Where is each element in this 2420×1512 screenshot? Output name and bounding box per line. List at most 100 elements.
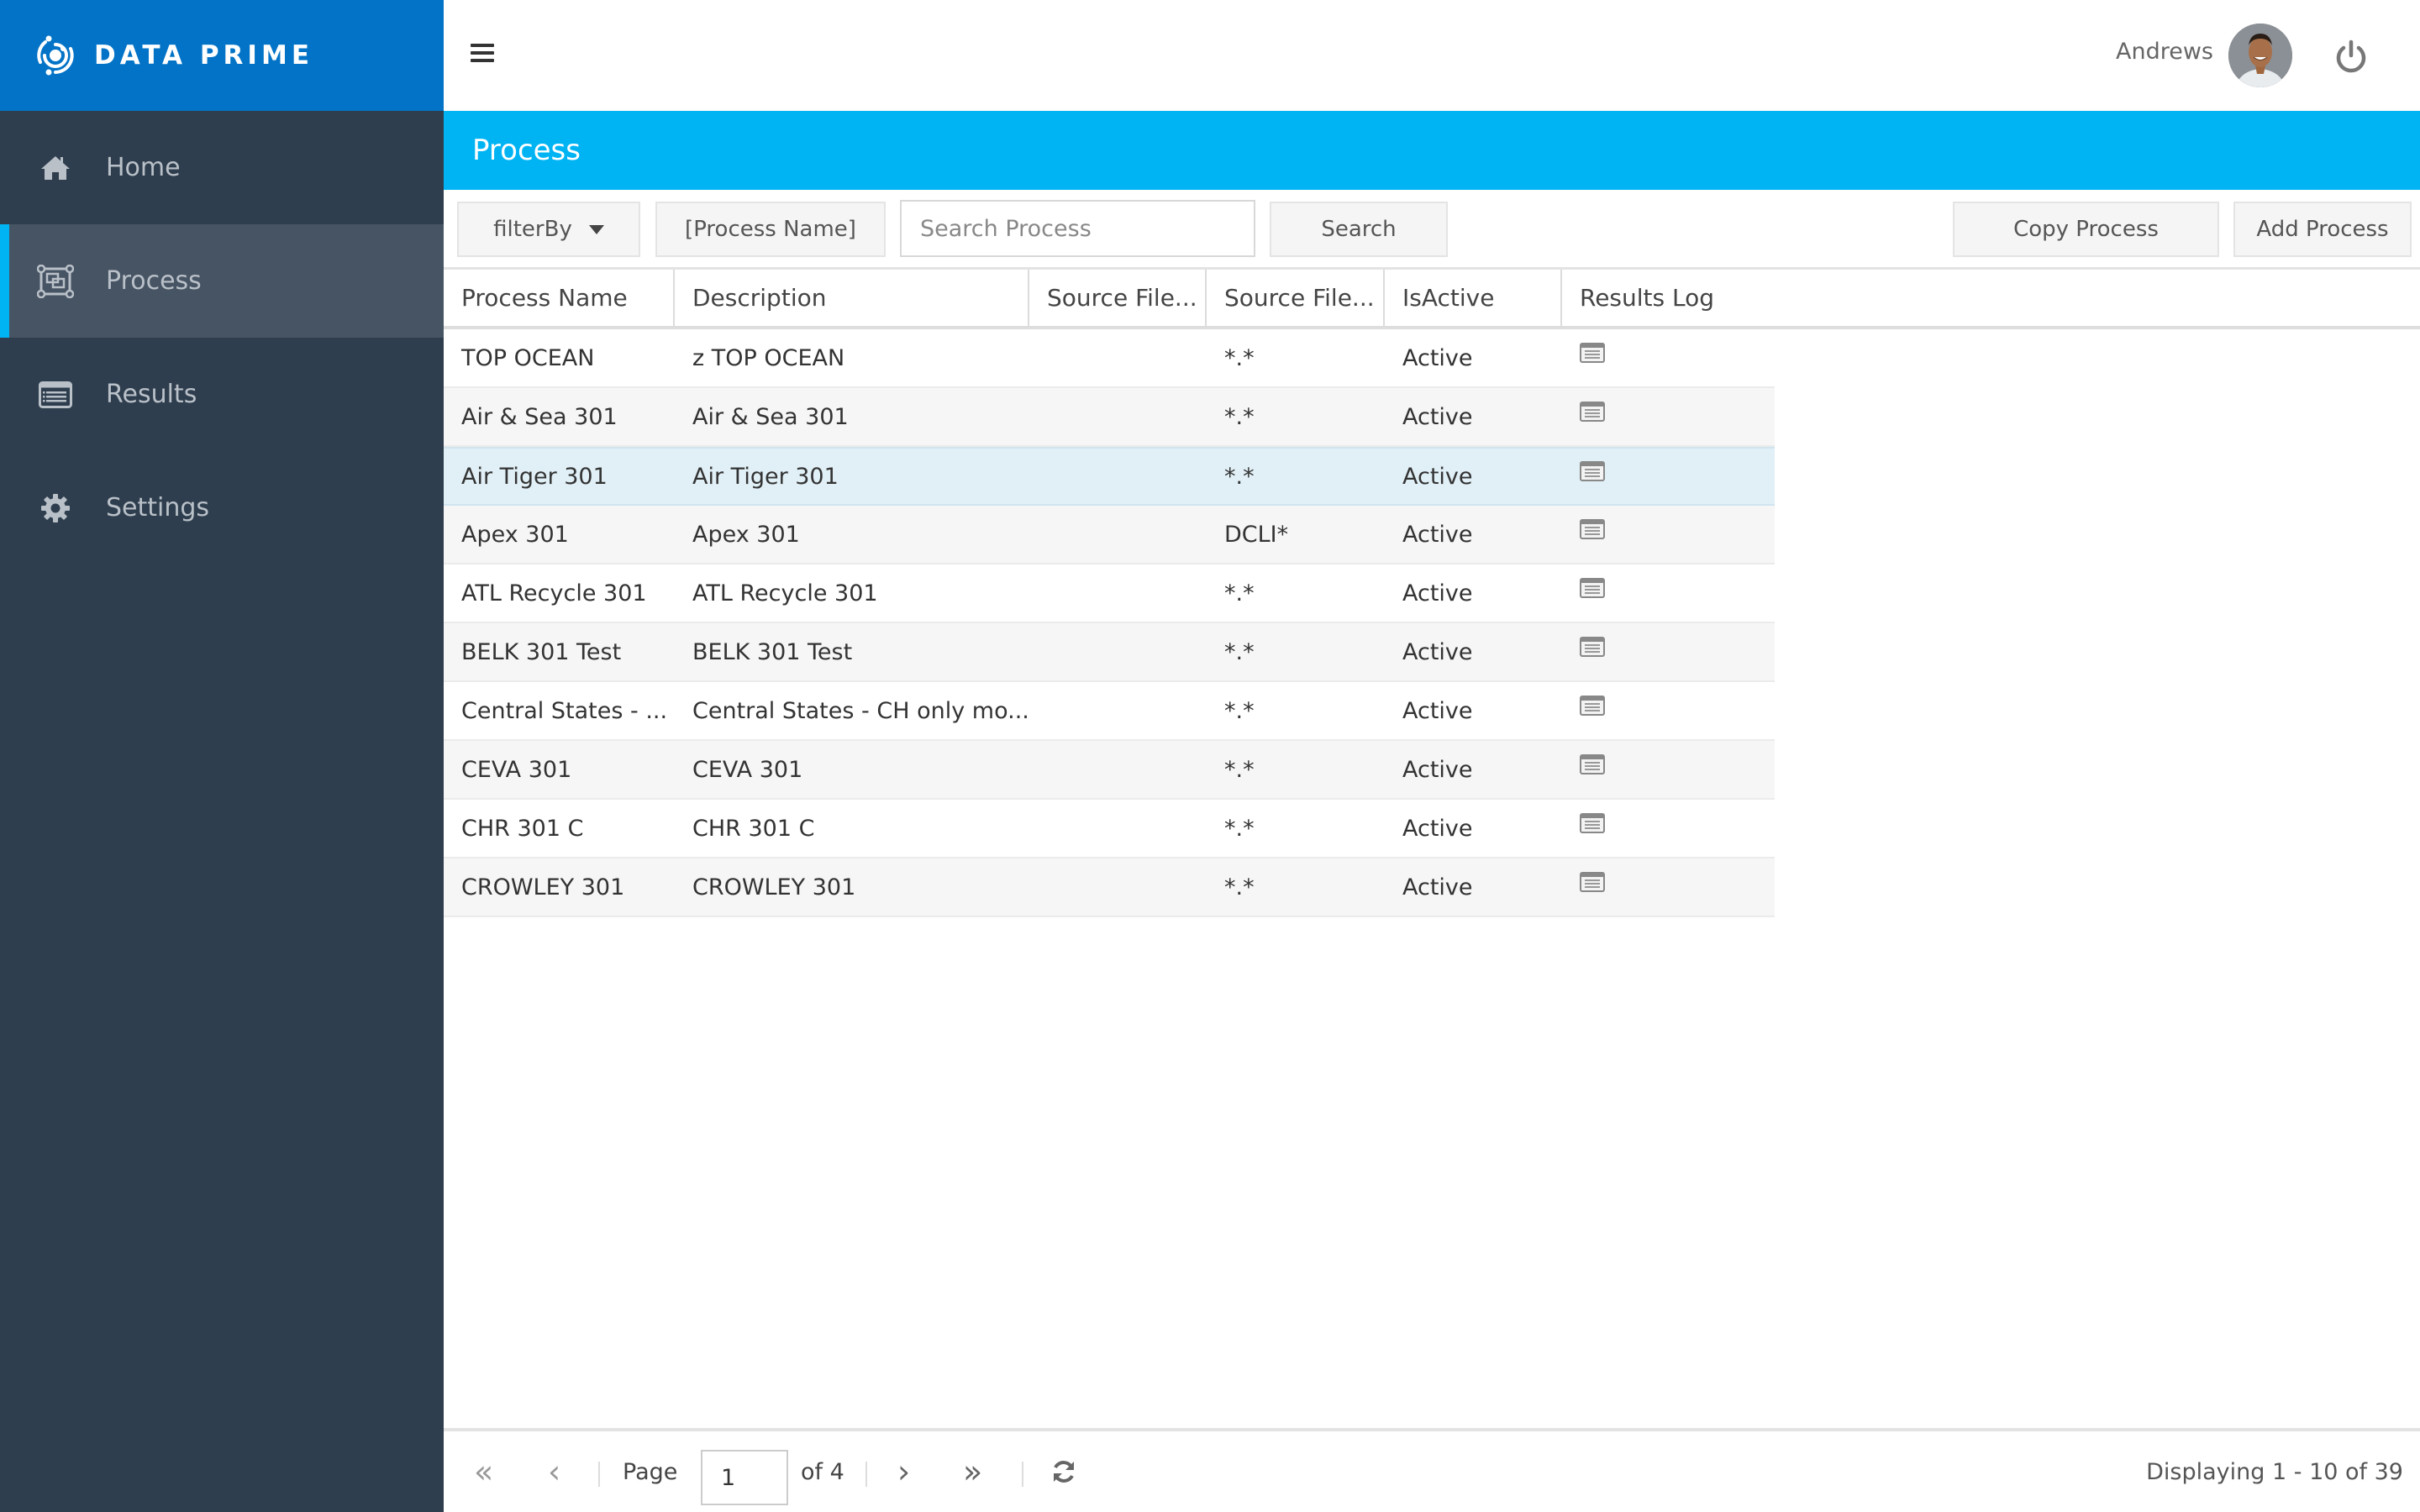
cell-process-name: ATL Recycle 301	[461, 580, 647, 606]
next-page-icon[interactable]: ›	[897, 1431, 910, 1512]
table-row[interactable]: TOP OCEAN z TOP OCEAN *.* Active	[444, 329, 1775, 388]
cell-source-file-2: *.*	[1224, 580, 1255, 606]
cell-process-name: Air & Sea 301	[461, 403, 618, 430]
hamburger-icon[interactable]	[471, 44, 494, 66]
results-log-icon[interactable]	[1580, 637, 1605, 657]
first-page-icon[interactable]: «	[474, 1431, 493, 1512]
results-log-icon[interactable]	[1580, 343, 1605, 363]
search-input[interactable]	[900, 200, 1255, 257]
search-button[interactable]: Search	[1270, 202, 1448, 257]
cell-description: Air & Sea 301	[692, 403, 849, 430]
process-grid: Process Name Description Source File... …	[444, 267, 2420, 917]
avatar[interactable]	[2228, 24, 2292, 87]
toolbar: filterBy [Process Name] Search Copy Proc…	[444, 190, 2420, 267]
separator	[865, 1462, 867, 1487]
results-log-icon[interactable]	[1580, 519, 1605, 539]
table-row[interactable]: CROWLEY 301 CROWLEY 301 *.* Active	[444, 858, 1775, 917]
cell-is-active: Active	[1402, 638, 1473, 665]
results-log-icon[interactable]	[1580, 578, 1605, 598]
sidebar-item-label: Results	[106, 380, 197, 409]
sidebar-item-process[interactable]: Process	[0, 224, 444, 338]
table-row[interactable]: Air & Sea 301 Air & Sea 301 *.* Active	[444, 388, 1775, 447]
cell-process-name: BELK 301 Test	[461, 638, 622, 665]
refresh-icon[interactable]	[1050, 1431, 1077, 1512]
column-header-source-file-2[interactable]: Source File...	[1207, 270, 1385, 326]
table-row[interactable]: Apex 301 Apex 301 DCLI* Active	[444, 506, 1775, 564]
cell-process-name: CEVA 301	[461, 756, 572, 783]
process-icon	[37, 263, 74, 300]
cell-description: CHR 301 C	[692, 815, 815, 842]
cell-results-log	[1562, 449, 1775, 504]
power-icon[interactable]	[2333, 39, 2370, 76]
filter-field-button[interactable]: [Process Name]	[655, 202, 886, 257]
cell-source-file-1	[1029, 506, 1207, 563]
cell-is-active: Active	[1402, 403, 1473, 430]
displaying-count: Displaying 1 - 10 of 39	[2146, 1458, 2403, 1485]
pagination-bar: « ‹ Page of 4 › » Displaying 1 - 10 of 3…	[444, 1428, 2420, 1512]
cell-source-file-1	[1029, 449, 1207, 504]
table-row[interactable]: CEVA 301 CEVA 301 *.* Active	[444, 741, 1775, 800]
results-log-icon[interactable]	[1580, 872, 1605, 892]
cell-is-active: Active	[1402, 580, 1473, 606]
table-row[interactable]: Air Tiger 301 Air Tiger 301 *.* Active	[444, 447, 1775, 506]
column-header-description[interactable]: Description	[675, 270, 1029, 326]
column-header-source-file-1[interactable]: Source File...	[1029, 270, 1207, 326]
grid-header: Process Name Description Source File... …	[444, 267, 2420, 329]
sidebar-item-home[interactable]: Home	[0, 111, 444, 224]
sidebar-item-label: Process	[106, 266, 202, 296]
filter-by-dropdown[interactable]: filterBy	[457, 202, 640, 257]
cell-results-log	[1562, 388, 1775, 445]
cell-description: CROWLEY 301	[692, 874, 856, 900]
results-log-icon[interactable]	[1580, 813, 1605, 833]
cell-is-active: Active	[1402, 697, 1473, 724]
sidebar-item-label: Settings	[106, 493, 210, 522]
page-number-input[interactable]	[701, 1450, 788, 1505]
separator	[598, 1462, 600, 1487]
cell-results-log	[1562, 741, 1775, 798]
cell-source-file-1	[1029, 741, 1207, 798]
brand-header[interactable]: DATA PRIME	[0, 0, 444, 111]
cell-is-active: Active	[1402, 815, 1473, 842]
cell-is-active: Active	[1402, 756, 1473, 783]
previous-page-icon[interactable]: ‹	[548, 1431, 560, 1512]
cell-description: CEVA 301	[692, 756, 803, 783]
gear-icon	[37, 490, 74, 527]
cell-source-file-2: *.*	[1224, 815, 1255, 842]
sidebar-item-settings[interactable]: Settings	[0, 451, 444, 564]
sidebar-item-results[interactable]: Results	[0, 338, 444, 451]
sidebar-item-label: Home	[106, 153, 181, 182]
cell-source-file-1	[1029, 623, 1207, 680]
cell-results-log	[1562, 506, 1775, 563]
cell-source-file-1	[1029, 564, 1207, 622]
results-log-icon[interactable]	[1580, 754, 1605, 774]
column-header-results-log[interactable]: Results Log	[1562, 270, 2420, 326]
user-name[interactable]: Andrews	[2116, 39, 2213, 65]
cell-is-active: Active	[1402, 521, 1473, 548]
results-log-icon[interactable]	[1580, 461, 1605, 481]
cell-source-file-2: *.*	[1224, 697, 1255, 724]
last-page-icon[interactable]: »	[963, 1431, 982, 1512]
separator	[1022, 1462, 1023, 1487]
results-log-icon[interactable]	[1580, 402, 1605, 422]
search-button-label: Search	[1321, 217, 1397, 242]
table-row[interactable]: ATL Recycle 301 ATL Recycle 301 *.* Active	[444, 564, 1775, 623]
cell-source-file-2: *.*	[1224, 638, 1255, 665]
add-process-button[interactable]: Add Process	[2233, 202, 2412, 257]
cell-results-log	[1562, 329, 1775, 386]
column-header-process-name[interactable]: Process Name	[444, 270, 675, 326]
filter-field-label: [Process Name]	[685, 217, 856, 242]
cell-is-active: Active	[1402, 463, 1473, 490]
cell-description: Air Tiger 301	[692, 463, 839, 490]
column-header-is-active[interactable]: IsActive	[1385, 270, 1562, 326]
results-log-icon[interactable]	[1580, 696, 1605, 716]
cell-process-name: Air Tiger 301	[461, 463, 608, 490]
copy-process-button[interactable]: Copy Process	[1953, 202, 2219, 257]
cell-description: ATL Recycle 301	[692, 580, 878, 606]
copy-process-label: Copy Process	[2013, 217, 2159, 242]
table-row[interactable]: CHR 301 C CHR 301 C *.* Active	[444, 800, 1775, 858]
cell-description: Central States - CH only mo...	[692, 697, 1029, 724]
table-row[interactable]: BELK 301 Test BELK 301 Test *.* Active	[444, 623, 1775, 682]
table-row[interactable]: Central States - ... Central States - CH …	[444, 682, 1775, 741]
brand-name: DATA PRIME	[94, 40, 313, 71]
cell-source-file-1	[1029, 329, 1207, 386]
